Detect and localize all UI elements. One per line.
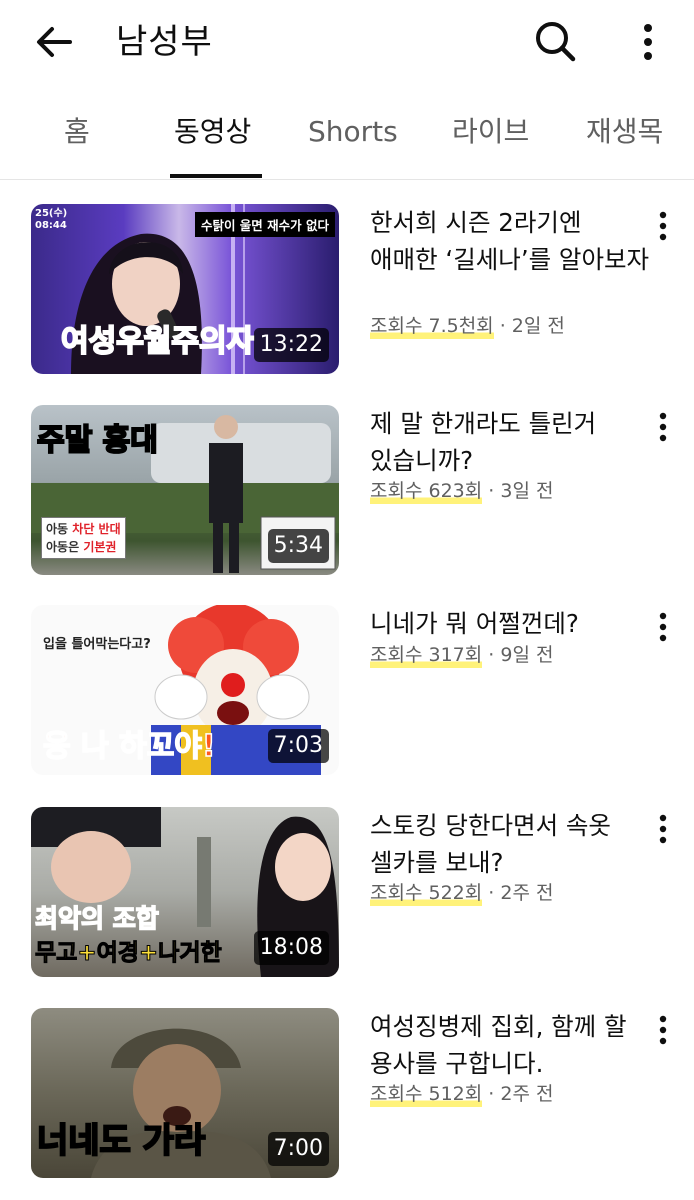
view-count: 조회수 623회 [370,480,483,504]
arrow-left-icon [37,27,72,57]
view-count: 조회수 7.5천회 [370,315,494,339]
more-vert-icon [659,211,667,241]
video-duration: 18:08 [253,931,329,965]
upload-age: · 2일 전 [499,315,565,337]
back-button[interactable] [30,18,78,66]
video-title[interactable]: 여성징병제 집회, 함께 할 용사를 구합니다. [370,1008,650,1082]
video-metadata: 조회수 522회 · 2주 전 [370,879,553,907]
video-item[interactable]: 25(수) 08:44 수탉이 울면 재수가 없다 여성우월주의자 13:22 … [0,204,694,384]
video-metadata: 조회수 7.5천회 · 2일 전 [370,312,565,340]
video-item[interactable]: 너네도 가라 7:00 여성징병제 집회, 함께 할 용사를 구합니다. 조회수… [0,1008,694,1188]
thumbnail-top-caption: 입을 틀어막는다고? [43,637,151,652]
more-vert-icon [659,612,667,642]
video-metadata: 조회수 317회 · 9일 전 [370,641,553,669]
tab-videos[interactable]: 동영상 [174,112,251,152]
thumbnail-caption: 응 나 하꼬야! [42,728,216,765]
view-count: 조회수 512회 [370,1083,483,1107]
video-thumbnail[interactable]: 입을 틀어막는다고? 응 나 하꼬야! 7:03 [31,605,339,775]
video-thumbnail[interactable]: 주말 홍대 아동 차단 반대 아동은 기본권 5:34 [31,405,339,575]
more-vert-icon [659,814,667,844]
more-vert-icon [644,24,652,60]
video-more-button[interactable] [648,609,678,645]
video-thumbnail[interactable]: 최악의 조합 무고+여경+나거한 18:08 [31,807,339,977]
more-options-button[interactable] [630,18,666,66]
video-thumbnail[interactable]: 25(수) 08:44 수탉이 울면 재수가 없다 여성우월주의자 13:22 [31,204,339,374]
view-count: 조회수 317회 [370,644,483,668]
upload-age: · 9일 전 [488,644,554,666]
video-more-button[interactable] [648,409,678,445]
video-more-button[interactable] [648,208,678,244]
view-count: 조회수 522회 [370,882,483,906]
video-title[interactable]: 제 말 한개라도 틀린거 있습니까? [370,405,650,479]
upload-age: · 2주 전 [488,1083,554,1105]
video-title[interactable]: 니네가 뭐 어쩔껀데? [370,605,650,642]
more-vert-icon [659,1015,667,1045]
video-title[interactable]: 스토킹 당한다면서 속옷 셀카를 보내? [370,807,650,881]
sign-word: 아동 [46,522,69,536]
video-more-button[interactable] [648,811,678,847]
thumbnail-caption: 최악의 조합 [34,903,159,934]
thumbnail-sign: 아동 차단 반대 아동은 기본권 [41,517,126,559]
sign-word: 아동은 [46,540,80,554]
upload-age: · 3일 전 [488,480,554,502]
active-tab-indicator [170,174,262,178]
upload-age: · 2주 전 [488,882,554,904]
video-title[interactable]: 한서희 시즌 2라기엔 애매한 ‘길세나’를 알아보자 [370,204,650,278]
more-vert-icon [659,412,667,442]
video-item[interactable]: 최악의 조합 무고+여경+나거한 18:08 스토킹 당한다면서 속옷 셀카를 … [0,807,694,987]
thumbnail-caption: 너네도 가라 [36,1120,206,1162]
video-duration: 5:34 [267,529,329,563]
video-duration: 7:03 [267,729,329,763]
video-duration: 13:22 [253,328,329,362]
tab-playlists[interactable]: 재생목 [586,112,663,152]
thumbnail-caption-2: 무고+여경+나거한 [35,940,223,967]
video-more-button[interactable] [648,1012,678,1048]
thumbnail-caption: 주말 홍대 [36,422,159,459]
video-thumbnail[interactable]: 너네도 가라 7:00 [31,1008,339,1178]
sign-word-red: 기본권 [83,540,117,554]
tab-live[interactable]: 라이브 [452,112,529,152]
channel-name: 남성부 [116,22,213,62]
video-metadata: 조회수 512회 · 2주 전 [370,1080,553,1108]
thumbnail-timestamp: 25(수) 08:44 [35,208,68,231]
video-item[interactable]: 입을 틀어막는다고? 응 나 하꼬야! 7:03 니네가 뭐 어쩔껀데? 조회수… [0,605,694,785]
tab-home[interactable]: 홈 [64,112,90,152]
sign-word-red: 차단 반대 [72,522,121,536]
channel-tabs: 홈 동영상 Shorts 라이브 재생목 [0,96,694,180]
tab-shorts[interactable]: Shorts [308,112,398,152]
thumbnail-caption: 여성우월주의자 [60,323,255,360]
thumbnail-top-caption: 수탉이 울면 재수가 없다 [194,212,335,237]
video-item[interactable]: 주말 홍대 아동 차단 반대 아동은 기본권 5:34 제 말 한개라도 틀린거… [0,405,694,585]
search-icon [536,22,576,62]
search-button[interactable] [530,16,580,66]
top-app-bar: 남성부 [0,0,694,84]
video-metadata: 조회수 623회 · 3일 전 [370,477,553,505]
video-duration: 7:00 [267,1132,329,1166]
